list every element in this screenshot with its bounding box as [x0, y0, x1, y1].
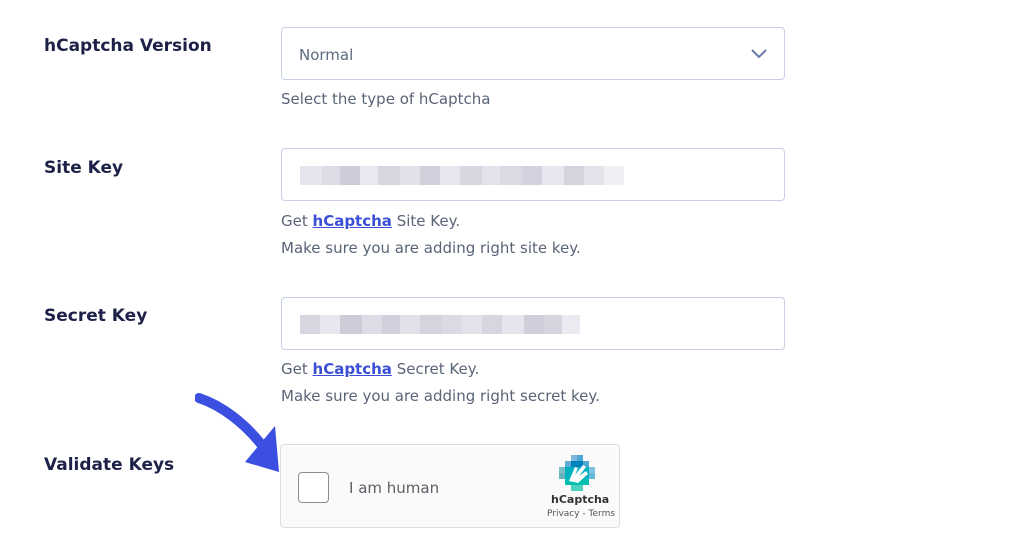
secret-key-hcaptcha-link[interactable]: hCaptcha	[313, 360, 392, 378]
hcaptcha-brand: hCaptcha	[551, 493, 610, 506]
hcaptcha-version-label: hCaptcha Version	[44, 36, 212, 56]
privacy-terms-links[interactable]: Privacy - Terms	[547, 509, 615, 519]
version-help-text: Select the type of hCaptcha	[281, 90, 491, 108]
secret-key-help: Get hCaptcha Secret Key. Make sure you a…	[281, 356, 600, 410]
human-checkbox[interactable]	[298, 472, 329, 503]
site-key-help-suffix: Site Key.	[391, 212, 461, 230]
redacted-site-key	[300, 166, 624, 185]
hcaptcha-version-select[interactable]: Normal	[281, 27, 785, 80]
site-key-help-line2: Make sure you are adding right site key.	[281, 239, 581, 257]
site-key-label: Site Key	[44, 158, 124, 178]
checkbox-label: I am human	[349, 479, 440, 497]
site-key-help-prefix: Get	[281, 212, 313, 230]
select-value: Normal	[299, 46, 354, 64]
hcaptcha-logo-icon	[559, 455, 595, 491]
site-key-input[interactable]	[281, 148, 785, 201]
secret-key-help-suffix: Secret Key.	[391, 360, 480, 378]
secret-key-input[interactable]	[281, 297, 785, 350]
site-key-hcaptcha-link[interactable]: hCaptcha	[313, 212, 392, 230]
chevron-down-icon	[751, 49, 767, 59]
redacted-secret-key	[300, 315, 580, 334]
secret-key-help-line2: Make sure you are adding right secret ke…	[281, 387, 600, 405]
arrow-icon	[195, 393, 279, 472]
validate-keys-label: Validate Keys	[44, 455, 175, 475]
secret-key-help-prefix: Get	[281, 360, 313, 378]
hcaptcha-widget: I am human hCaptcha Privacy - Terms	[280, 444, 620, 528]
site-key-help: Get hCaptcha Site Key. Make sure you are…	[281, 208, 581, 262]
secret-key-label: Secret Key	[44, 306, 148, 326]
